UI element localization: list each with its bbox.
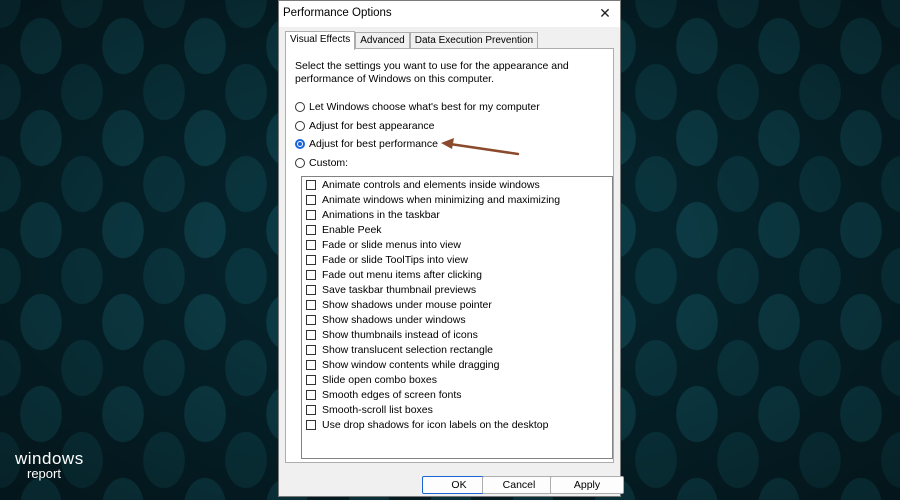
radio-best-appearance[interactable]: Adjust for best appearance <box>295 120 435 132</box>
effect-label: Show thumbnails instead of icons <box>322 329 478 341</box>
effect-label: Smooth-scroll list boxes <box>322 404 433 416</box>
checkbox[interactable] <box>306 315 316 325</box>
effect-label: Fade or slide ToolTips into view <box>322 254 468 266</box>
effect-item[interactable]: Slide open combo boxes <box>306 374 437 386</box>
checkbox[interactable] <box>306 390 316 400</box>
effect-label: Show shadows under mouse pointer <box>322 299 492 311</box>
checkbox[interactable] <box>306 210 316 220</box>
checkbox[interactable] <box>306 195 316 205</box>
windows-report-logo: windows report <box>15 450 84 480</box>
arrow-left-icon <box>441 138 520 156</box>
checkbox[interactable] <box>306 240 316 250</box>
tab-visual-effects[interactable]: Visual Effects <box>285 31 356 50</box>
effect-label: Enable Peek <box>322 224 382 236</box>
dialog-title: Performance Options <box>283 7 392 19</box>
logo-line-2: report <box>27 466 61 481</box>
effect-item[interactable]: Save taskbar thumbnail previews <box>306 284 476 296</box>
effect-label: Fade out menu items after clicking <box>322 269 482 281</box>
effect-item[interactable]: Show shadows under mouse pointer <box>306 299 492 311</box>
effect-label: Smooth edges of screen fonts <box>322 389 462 401</box>
effect-label: Show shadows under windows <box>322 314 466 326</box>
radio-button[interactable] <box>295 102 305 112</box>
radio-label: Let Windows choose what's best for my co… <box>309 101 540 113</box>
checkbox[interactable] <box>306 405 316 415</box>
effect-item[interactable]: Show translucent selection rectangle <box>306 344 493 356</box>
visual-effects-panel: Select the settings you want to use for … <box>285 48 614 463</box>
effect-item[interactable]: Show shadows under windows <box>306 314 466 326</box>
effect-label: Show window contents while dragging <box>322 359 500 371</box>
effect-item[interactable]: Fade or slide ToolTips into view <box>306 254 468 266</box>
checkbox[interactable] <box>306 300 316 310</box>
logo-line-1: windows <box>15 449 84 468</box>
performance-options-dialog: Performance Options ✕ Visual Effects Adv… <box>278 0 624 497</box>
radio-button[interactable] <box>295 158 305 168</box>
apply-button[interactable]: Apply <box>550 476 624 494</box>
checkbox[interactable] <box>306 345 316 355</box>
visual-effects-list[interactable]: Animate controls and elements inside win… <box>301 176 613 459</box>
effect-label: Show translucent selection rectangle <box>322 344 494 356</box>
checkbox[interactable] <box>306 360 316 370</box>
effect-label: Use drop shadows for icon labels on the … <box>322 419 549 431</box>
effect-item[interactable]: Animations in the taskbar <box>306 209 440 221</box>
effect-item[interactable]: Enable Peek <box>306 224 382 236</box>
radio-button[interactable] <box>295 121 305 131</box>
radio-label: Adjust for best performance <box>309 138 438 150</box>
checkbox[interactable] <box>306 270 316 280</box>
effect-label: Slide open combo boxes <box>322 374 437 386</box>
close-icon[interactable]: ✕ <box>594 3 616 23</box>
effect-item[interactable]: Animate windows when minimizing and maxi… <box>306 194 560 206</box>
effect-item[interactable]: Fade out menu items after clicking <box>306 269 482 281</box>
radio-button-selected[interactable] <box>295 139 305 149</box>
effect-item[interactable]: Use drop shadows for icon labels on the … <box>306 419 548 431</box>
effect-label: Animate windows when minimizing and maxi… <box>322 194 561 206</box>
effect-label: Animations in the taskbar <box>322 209 440 221</box>
effect-item[interactable]: Fade or slide menus into view <box>306 239 461 251</box>
checkbox[interactable] <box>306 255 316 265</box>
checkbox[interactable] <box>306 180 316 190</box>
checkbox[interactable] <box>306 285 316 295</box>
description-text: Select the settings you want to use for … <box>295 60 569 85</box>
effect-item[interactable]: Smooth-scroll list boxes <box>306 404 433 416</box>
effect-item[interactable]: Show window contents while dragging <box>306 359 499 371</box>
checkbox[interactable] <box>306 375 316 385</box>
title-bar: Performance Options ✕ <box>279 1 620 27</box>
effect-label: Animate controls and elements inside win… <box>322 179 540 191</box>
radio-custom[interactable]: Custom: <box>295 157 348 169</box>
effect-item[interactable]: Show thumbnails instead of icons <box>306 329 478 341</box>
radio-label: Custom: <box>309 157 349 169</box>
tab-strip: Visual Effects Advanced Data Execution P… <box>285 31 539 50</box>
checkbox[interactable] <box>306 420 316 430</box>
cancel-button[interactable]: Cancel <box>482 476 556 494</box>
effect-label: Save taskbar thumbnail previews <box>322 284 477 296</box>
effect-item[interactable]: Animate controls and elements inside win… <box>306 179 540 191</box>
checkbox[interactable] <box>306 225 316 235</box>
effect-label: Fade or slide menus into view <box>322 239 461 251</box>
radio-best-performance[interactable]: Adjust for best performance <box>295 138 438 150</box>
effect-item[interactable]: Smooth edges of screen fonts <box>306 389 462 401</box>
radio-label: Adjust for best appearance <box>309 120 435 132</box>
checkbox[interactable] <box>306 330 316 340</box>
radio-let-windows-choose[interactable]: Let Windows choose what's best for my co… <box>295 101 540 113</box>
